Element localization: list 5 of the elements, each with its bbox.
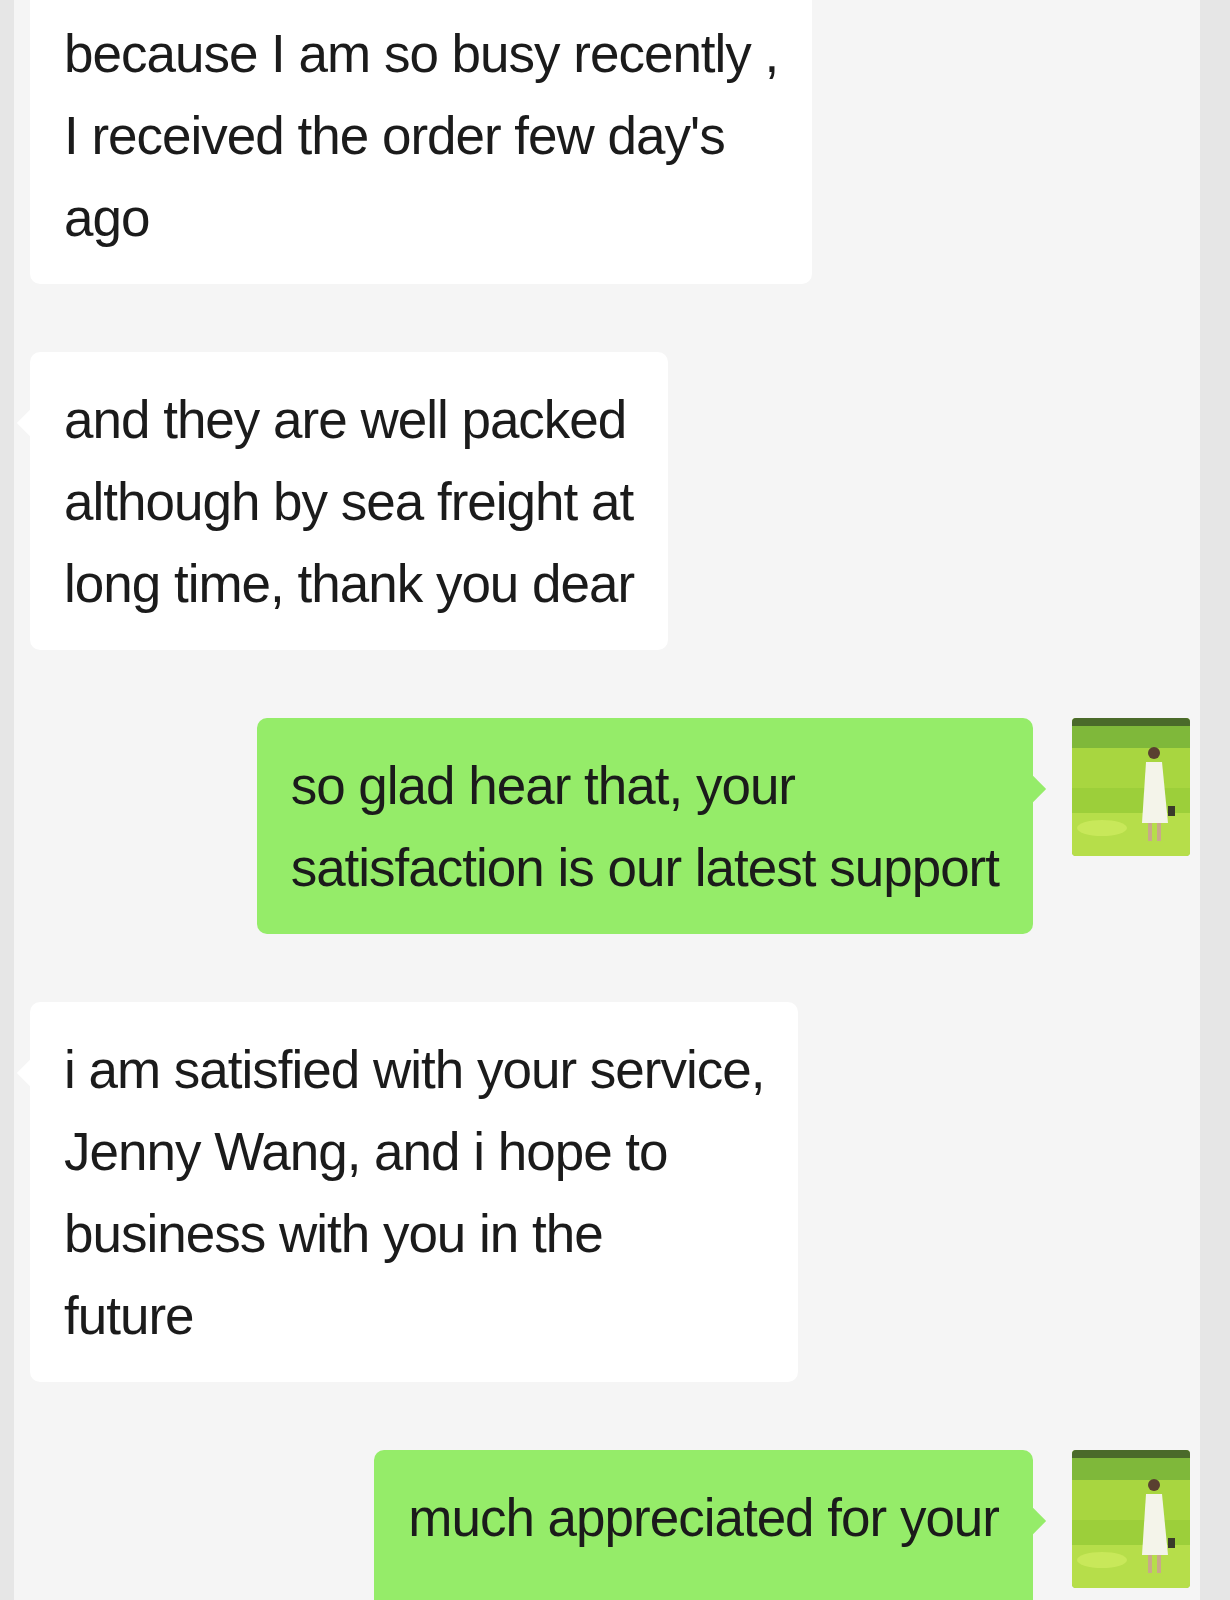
message-bubble: and they are well packed although by sea freight at long time, thank you dear — [30, 352, 669, 650]
message-bubble: i am satisfied with your service, Jenny Wang, and i hope to business with you in the future — [30, 1002, 799, 1382]
message-bubble: because I am so busy recently , I received the order few day's ago — [30, 0, 813, 284]
message-bubble: much appreciated for your — [374, 1450, 1033, 1600]
message-bubble: so glad hear that, your satisfaction is our latest support — [256, 718, 1033, 934]
